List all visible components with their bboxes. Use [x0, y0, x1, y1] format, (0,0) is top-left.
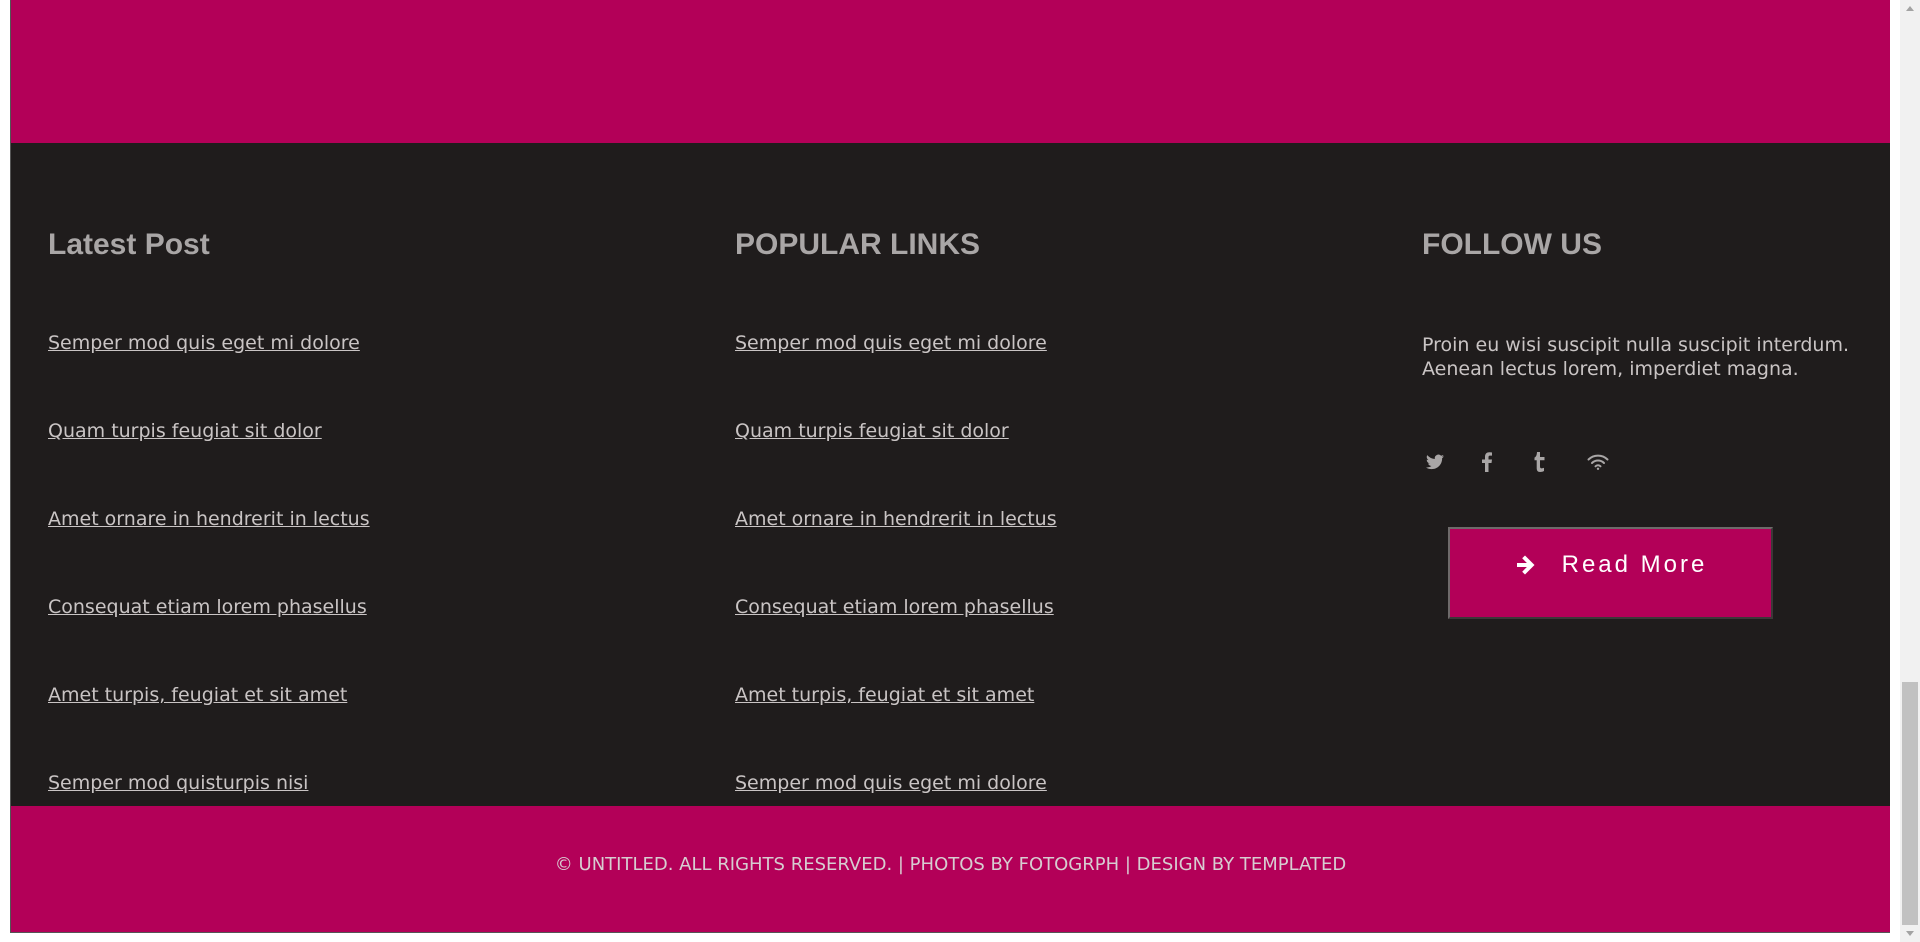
list-item: Amet turpis, feugiat et sit amet	[735, 684, 1057, 772]
latest-post-link[interactable]: Quam turpis feugiat sit dolor	[48, 420, 322, 442]
follow-us-title: FOLLOW US	[1422, 228, 1602, 261]
latest-post-link[interactable]: Amet turpis, feugiat et sit amet	[48, 684, 347, 706]
popular-link[interactable]: Semper mod quis eget mi dolore	[735, 772, 1047, 794]
scroll-up-arrow-icon[interactable]	[1900, 0, 1920, 17]
list-item: Consequat etiam lorem phasellus	[735, 596, 1057, 684]
latest-post-link[interactable]: Semper mod quisturpis nisi	[48, 772, 308, 794]
latest-post-link[interactable]: Amet ornare in hendrerit in lectus	[48, 508, 370, 530]
popular-links-list: Semper mod quis eget mi dolore Quam turp…	[735, 332, 1057, 860]
list-item: Semper mod quis eget mi dolore	[735, 332, 1057, 420]
latest-post-link[interactable]: Consequat etiam lorem phasellus	[48, 596, 367, 618]
vertical-scrollbar[interactable]	[1900, 0, 1920, 942]
read-more-label: Read More	[1561, 551, 1708, 578]
popular-links-title: POPULAR LINKS	[735, 228, 981, 261]
follow-us-text: Proin eu wisi suscipit nulla suscipit in…	[1422, 334, 1850, 380]
list-item: Consequat etiam lorem phasellus	[48, 596, 370, 684]
copyright-bar: © UNTITLED. ALL RIGHTS RESERVED. | PHOTO…	[11, 806, 1890, 932]
popular-link[interactable]: Amet turpis, feugiat et sit amet	[735, 684, 1034, 706]
popular-link[interactable]: Consequat etiam lorem phasellus	[735, 596, 1054, 618]
facebook-icon[interactable]	[1474, 449, 1500, 475]
latest-post-title: Latest Post	[48, 228, 210, 261]
popular-link[interactable]: Quam turpis feugiat sit dolor	[735, 420, 1009, 442]
twitter-icon[interactable]	[1422, 449, 1448, 475]
list-item: Amet ornare in hendrerit in lectus	[48, 508, 370, 596]
scroll-down-arrow-icon[interactable]	[1900, 925, 1920, 942]
list-item: Quam turpis feugiat sit dolor	[735, 420, 1057, 508]
read-more-button[interactable]: Read More	[1448, 527, 1773, 619]
copyright-text: © UNTITLED. ALL RIGHTS RESERVED. | PHOTO…	[554, 853, 1347, 875]
arrow-right-icon	[1516, 555, 1535, 575]
popular-link[interactable]: Amet ornare in hendrerit in lectus	[735, 508, 1057, 530]
list-item: Amet ornare in hendrerit in lectus	[735, 508, 1057, 596]
popular-link[interactable]: Semper mod quis eget mi dolore	[735, 332, 1047, 354]
top-banner	[11, 0, 1890, 143]
footer: Latest Post Semper mod quis eget mi dolo…	[11, 143, 1890, 806]
list-item: Semper mod quis eget mi dolore	[48, 332, 370, 420]
rss-icon[interactable]	[1585, 449, 1611, 475]
latest-post-link[interactable]: Semper mod quis eget mi dolore	[48, 332, 360, 354]
list-item: Quam turpis feugiat sit dolor	[48, 420, 370, 508]
tumblr-icon[interactable]	[1527, 449, 1553, 475]
scrollbar-thumb[interactable]	[1902, 682, 1918, 925]
latest-post-list: Semper mod quis eget mi dolore Quam turp…	[48, 332, 370, 860]
list-item: Amet turpis, feugiat et sit amet	[48, 684, 370, 772]
page: Latest Post Semper mod quis eget mi dolo…	[10, 0, 1890, 933]
